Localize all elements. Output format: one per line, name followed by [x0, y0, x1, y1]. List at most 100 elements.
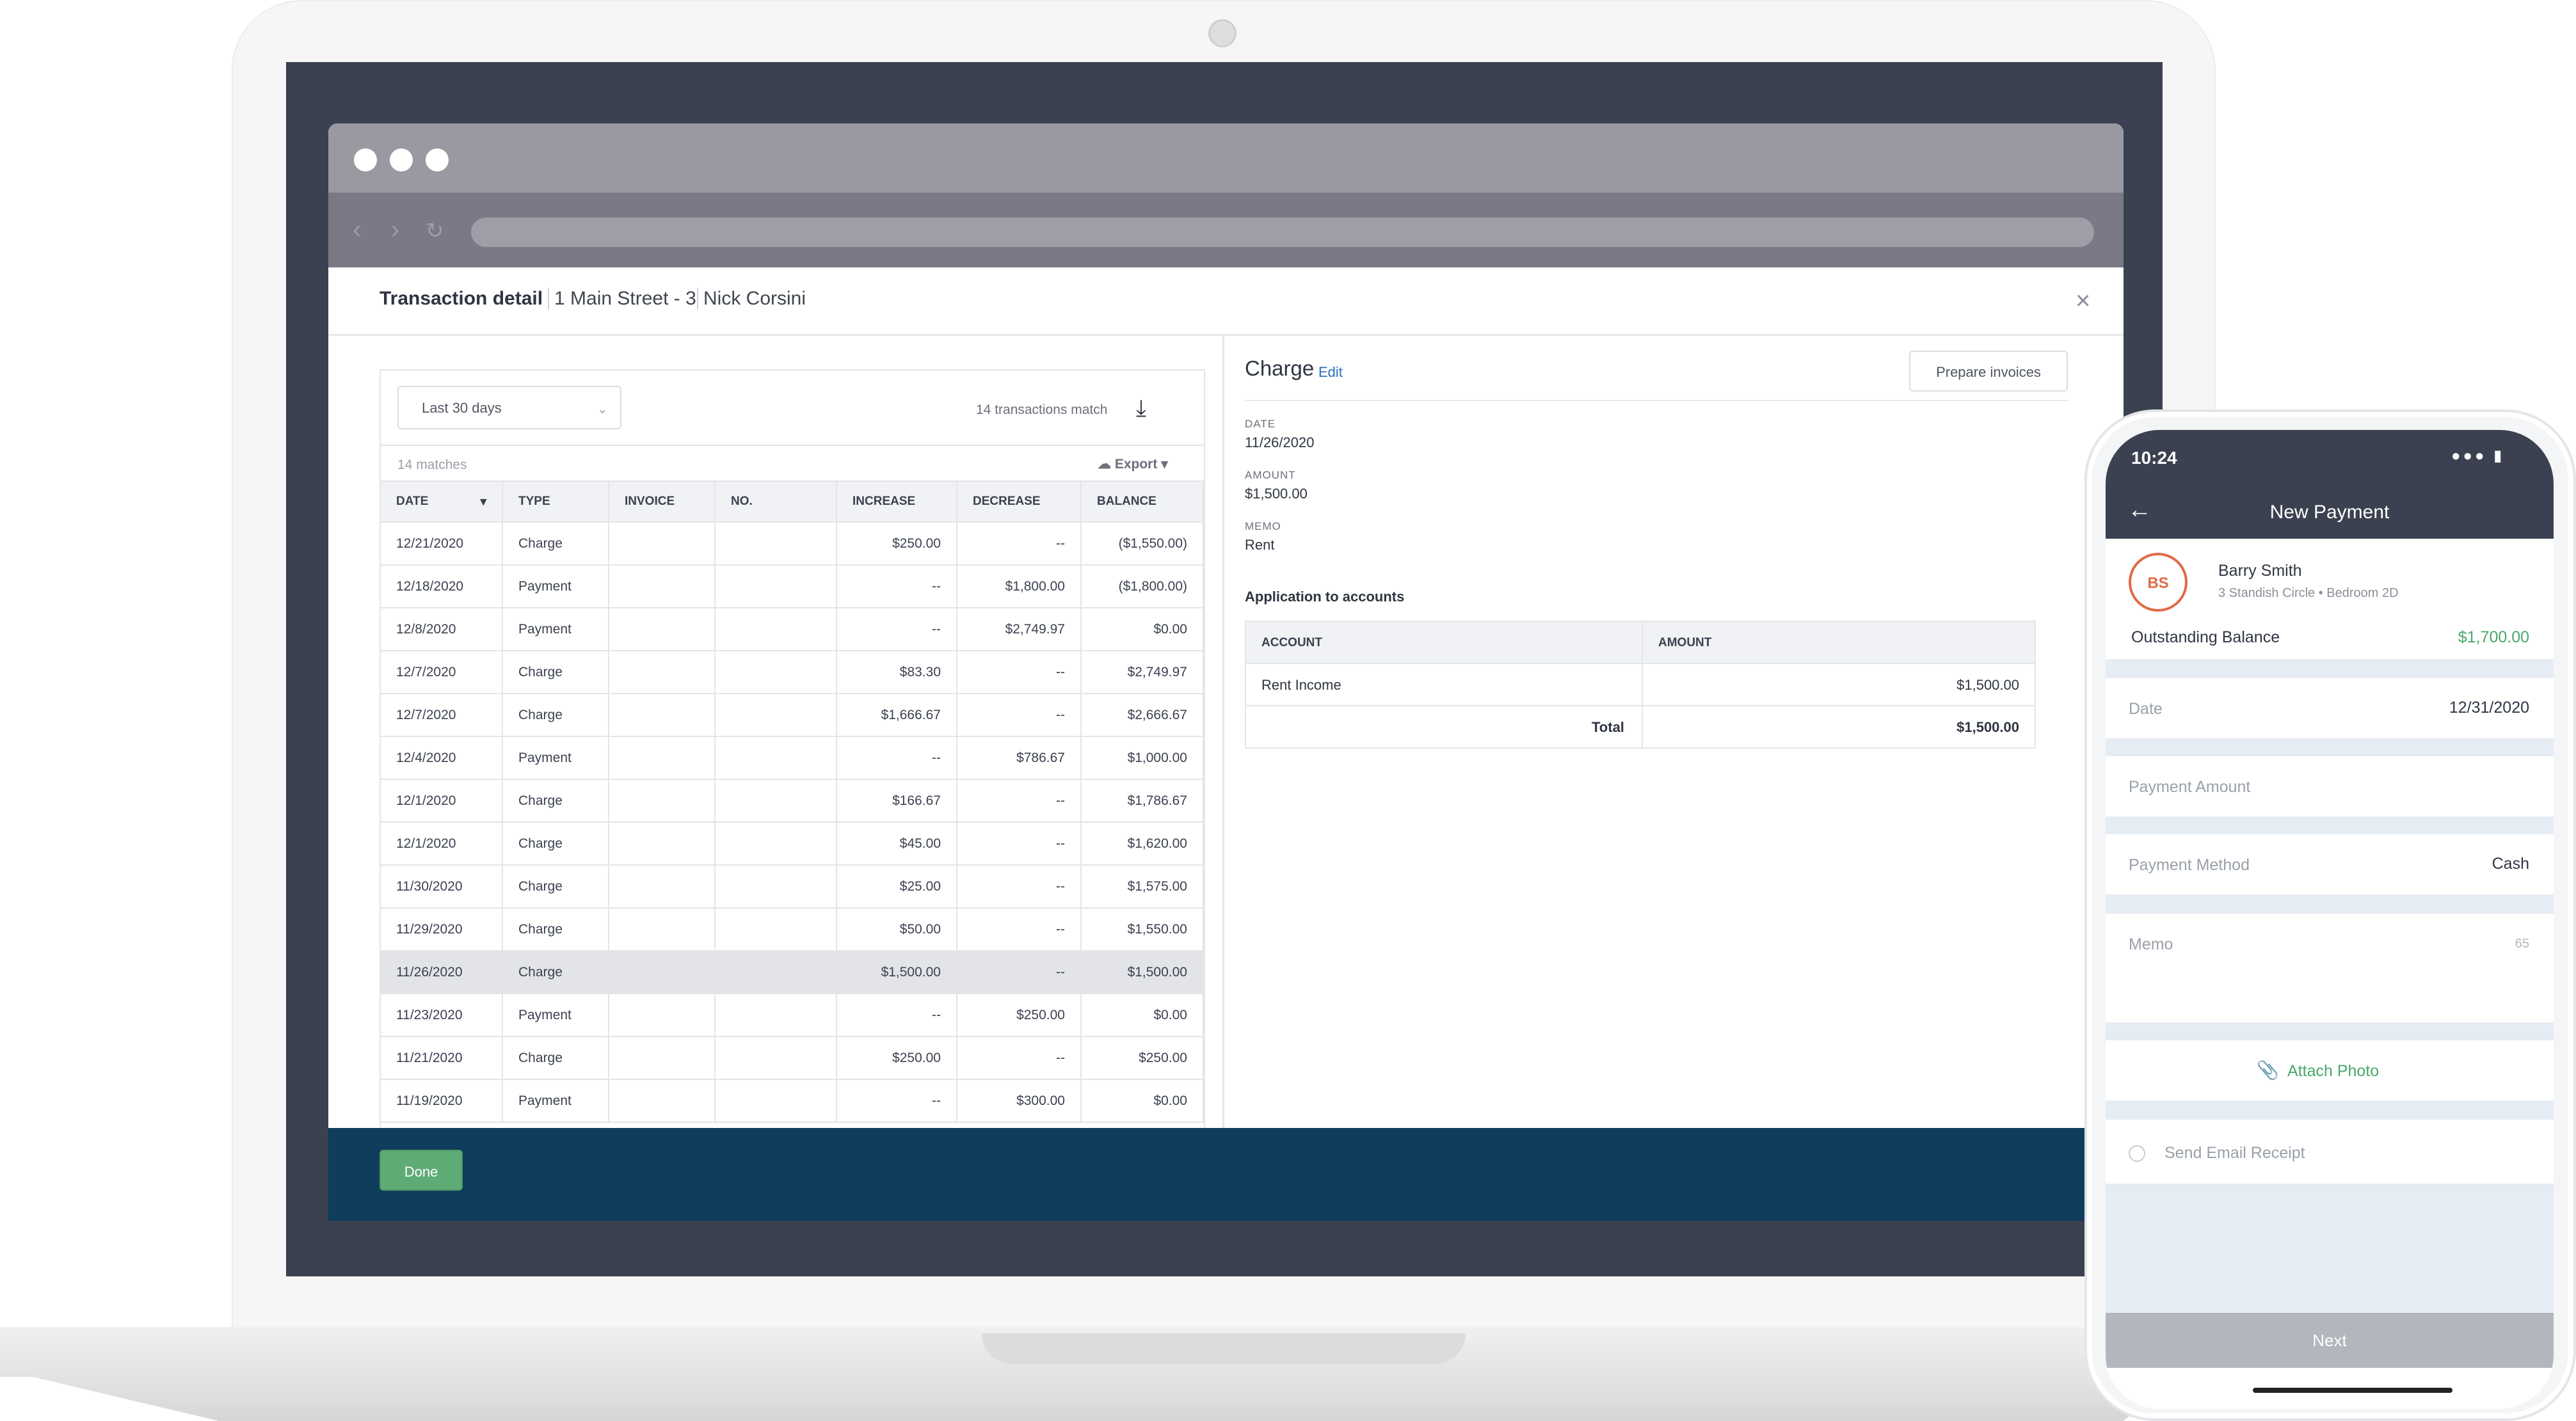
- cell-type: Charge: [502, 651, 609, 694]
- col-no[interactable]: NO.: [715, 480, 837, 523]
- table-row[interactable]: 11/29/2020 Charge $50.00 -- $1,550.00: [381, 908, 1204, 951]
- col-type[interactable]: TYPE: [502, 480, 609, 523]
- download-icon[interactable]: ⤓: [1136, 395, 1146, 422]
- col-balance[interactable]: BALANCE: [1081, 480, 1204, 523]
- account-name: Rent Income: [1261, 677, 1341, 693]
- payment-method-select[interactable]: Payment Method Cash: [2106, 834, 2554, 894]
- cell-increase: --: [836, 1079, 957, 1123]
- table-row[interactable]: 12/1/2020 Charge $45.00 -- $1,620.00: [381, 822, 1204, 866]
- window-minimize-dot[interactable]: [390, 148, 413, 171]
- table-row[interactable]: 11/26/2020 Charge $1,500.00 -- $1,500.00: [381, 951, 1204, 994]
- col-date[interactable]: DATE ▾: [381, 480, 503, 523]
- cell-invoice: [609, 908, 716, 951]
- table-row[interactable]: 12/18/2020 Payment -- $1,800.00 ($1,800.00): [381, 565, 1204, 608]
- cell-no: [715, 1036, 837, 1080]
- table-row[interactable]: 11/21/2020 Charge $250.00 -- $250.00: [381, 1036, 1204, 1080]
- table-row[interactable]: 12/8/2020 Payment -- $2,749.97 $0.00: [381, 608, 1204, 651]
- next-button[interactable]: Next: [2106, 1313, 2554, 1368]
- cloud-upload-icon: ☁: [1098, 457, 1111, 472]
- total-label: Total: [1592, 719, 1624, 735]
- property-breadcrumb: 1 Main Street - 3: [548, 288, 696, 310]
- table-row[interactable]: 11/23/2020 Payment -- $250.00 $0.00: [381, 994, 1204, 1037]
- table-row[interactable]: 12/7/2020 Charge $83.30 -- $2,749.97: [381, 651, 1204, 694]
- table-row[interactable]: 11/30/2020 Charge $25.00 -- $1,575.00: [381, 865, 1204, 909]
- col-invoice[interactable]: INVOICE: [609, 480, 716, 523]
- email-receipt-row[interactable]: Send Email Receipt: [2106, 1120, 2554, 1184]
- accounts-header-row: ACCOUNT AMOUNT: [1246, 622, 2035, 664]
- ledger-header-row: DATE ▾ TYPE INVOICE NO. INCREASE DECREAS…: [381, 480, 1204, 523]
- date-row[interactable]: Date 12/31/2020: [2106, 678, 2554, 738]
- cell-balance: $0.00: [1081, 994, 1204, 1037]
- tenant-card[interactable]: BS Barry Smith 3 Standish Circle • Bedro…: [2106, 539, 2554, 615]
- edit-link[interactable]: Edit: [1318, 364, 1343, 381]
- table-row[interactable]: 11/19/2020 Payment -- $300.00 $0.00: [381, 1079, 1204, 1123]
- column-divider: [1642, 622, 1643, 747]
- detail-title: Charge: [1245, 356, 1315, 380]
- cell-no: [715, 822, 837, 866]
- cell-increase: --: [836, 608, 957, 651]
- cell-type: Charge: [502, 908, 609, 951]
- cell-balance: $0.00: [1081, 608, 1204, 651]
- section-gap: [2106, 738, 2554, 756]
- window-maximize-dot[interactable]: [426, 148, 449, 171]
- cell-no: [715, 908, 837, 951]
- close-icon[interactable]: ×: [2076, 287, 2090, 315]
- cell-invoice: [609, 694, 716, 737]
- memo-counter: 65: [2515, 937, 2529, 951]
- cell-balance: $1,786.67: [1081, 779, 1204, 823]
- window-close-dot[interactable]: [354, 148, 377, 171]
- cell-date: 12/18/2020: [381, 565, 503, 608]
- cell-increase: --: [836, 994, 957, 1037]
- cell-decrease: $250.00: [957, 994, 1082, 1037]
- export-button[interactable]: ☁ Export ▾: [1098, 456, 1168, 472]
- amount-label: AMOUNT: [1245, 469, 1296, 481]
- cell-date: 11/19/2020: [381, 1079, 503, 1123]
- matches-count: 14 matches: [397, 457, 467, 472]
- attach-photo-button[interactable]: 📎 Attach Photo: [2106, 1040, 2554, 1100]
- table-row[interactable]: 12/7/2020 Charge $1,666.67 -- $2,666.67: [381, 694, 1204, 737]
- table-row[interactable]: 12/4/2020 Payment -- $786.67 $1,000.00: [381, 736, 1204, 780]
- avatar: BS: [2129, 553, 2188, 612]
- prepare-invoices-button[interactable]: Prepare invoices: [1909, 351, 2068, 392]
- col-decrease[interactable]: DECREASE: [957, 480, 1082, 523]
- cell-increase: $45.00: [836, 822, 957, 866]
- cell-date: 11/29/2020: [381, 908, 503, 951]
- col-increase[interactable]: INCREASE: [836, 480, 957, 523]
- email-receipt-checkbox[interactable]: [2129, 1145, 2145, 1162]
- cell-no: [715, 608, 837, 651]
- cell-no: [715, 694, 837, 737]
- cell-balance: $2,749.97: [1081, 651, 1204, 694]
- date-range-select[interactable]: Last 30 days ⌄: [397, 386, 621, 429]
- mobile-date-value: 12/31/2020: [2449, 699, 2529, 717]
- cell-invoice: [609, 1079, 716, 1123]
- modal-header: Transaction detail 1 Main Street - 3 Nic…: [328, 267, 2124, 336]
- cell-no: [715, 736, 837, 780]
- date-value: 11/26/2020: [1245, 434, 1315, 450]
- account-amount: $1,500.00: [1956, 677, 2019, 693]
- cell-balance: ($1,550.00): [1081, 522, 1204, 566]
- mobile-title: New Payment: [2269, 502, 2390, 523]
- cell-invoice: [609, 865, 716, 909]
- chevron-down-icon: ⌄: [597, 402, 608, 417]
- address-bar[interactable]: [471, 218, 2094, 247]
- memo-field[interactable]: Memo 65: [2106, 914, 2554, 1022]
- cell-date: 11/21/2020: [381, 1036, 503, 1080]
- cell-decrease: --: [957, 522, 1082, 566]
- payment-amount-label: Payment Amount: [2129, 778, 2251, 796]
- back-arrow-icon[interactable]: ‹: [353, 216, 361, 244]
- home-indicator: [2253, 1388, 2452, 1393]
- modal-footer: Done: [328, 1128, 2124, 1221]
- reload-icon[interactable]: ↻: [426, 218, 444, 244]
- cell-no: [715, 994, 837, 1037]
- table-row[interactable]: 12/1/2020 Charge $166.67 -- $1,786.67: [381, 779, 1204, 823]
- cell-invoice: [609, 1036, 716, 1080]
- table-row[interactable]: 12/21/2020 Charge $250.00 -- ($1,550.00): [381, 522, 1204, 566]
- phone-screen: 10:24 ●●● ▮ ← New Payment BS Barry Smith…: [2106, 430, 2554, 1409]
- cell-type: Charge: [502, 1036, 609, 1080]
- done-button[interactable]: Done: [380, 1150, 463, 1191]
- payment-amount-field[interactable]: Payment Amount: [2106, 756, 2554, 816]
- ledger-panel: Last 30 days ⌄ 14 transactions match ⤓ 1…: [328, 336, 1224, 1128]
- cell-decrease: $2,749.97: [957, 608, 1082, 651]
- forward-arrow-icon[interactable]: ›: [391, 216, 399, 244]
- cell-balance: $1,575.00: [1081, 865, 1204, 909]
